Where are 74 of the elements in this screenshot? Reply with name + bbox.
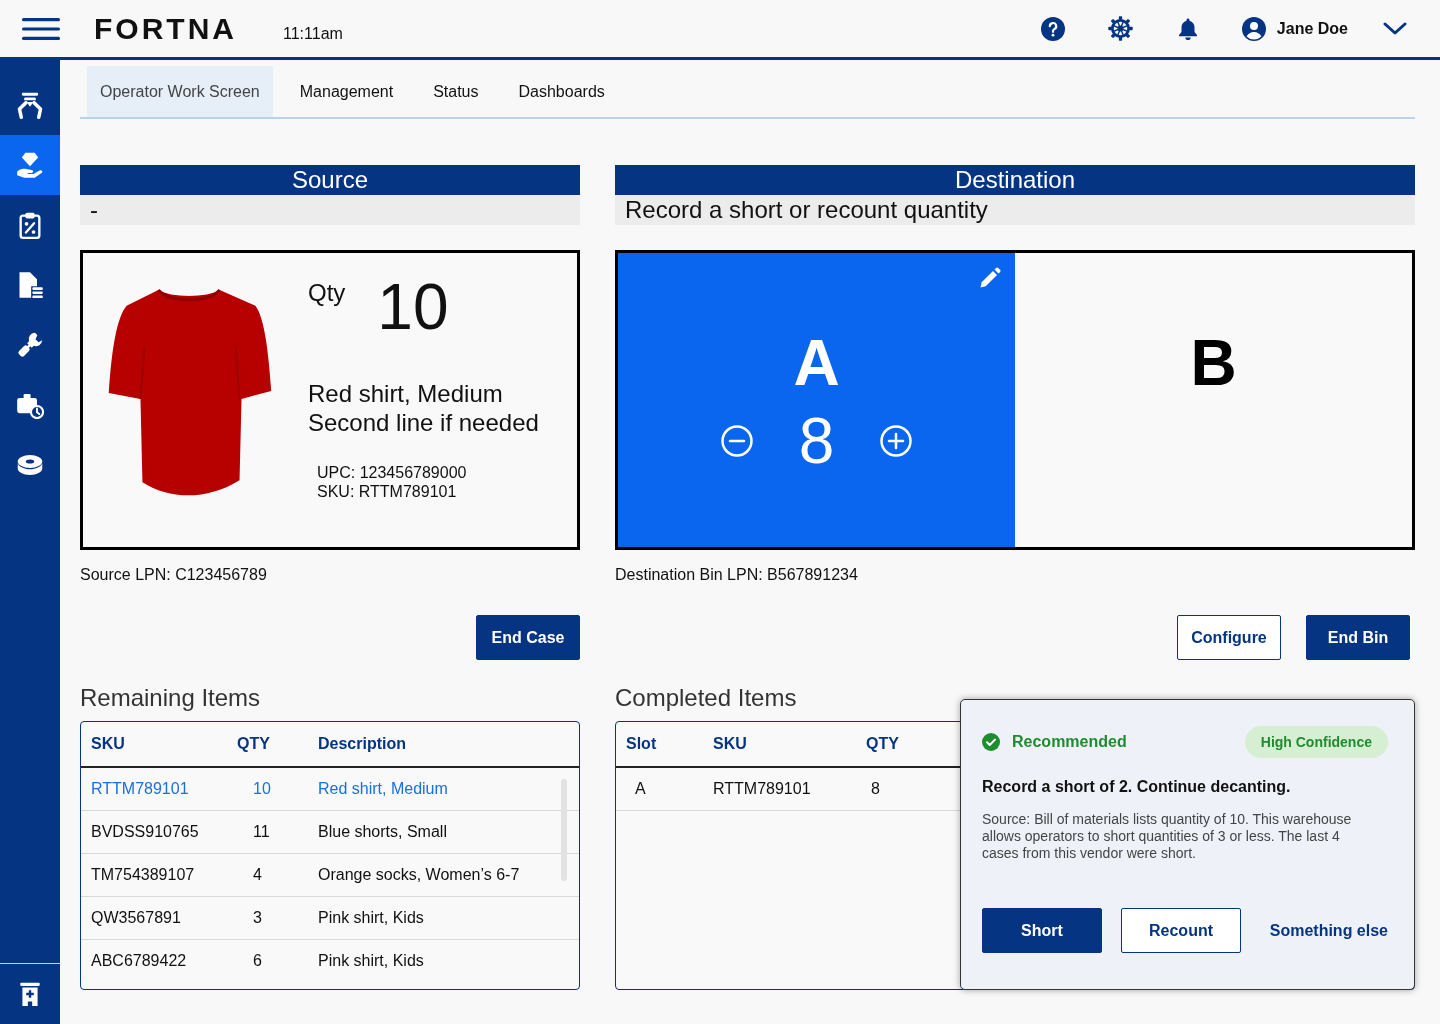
table-cell: Pink shirt, Kids	[308, 939, 579, 982]
section-title: Completed Items	[615, 684, 798, 712]
column-header: SKU	[703, 722, 856, 767]
tab[interactable]: Dashboards	[505, 66, 618, 117]
tab[interactable]: Management	[286, 66, 407, 117]
column-header: Slot	[616, 722, 703, 767]
slot-label: A	[793, 331, 840, 395]
table-cell: BVDSS910765	[81, 810, 227, 853]
user-name[interactable]: Jane Doe	[1276, 16, 1348, 41]
table-cell: TM754389107	[81, 853, 227, 896]
table-cell: 8	[856, 767, 946, 810]
gripper-icon	[16, 91, 44, 119]
table-cell: 3	[227, 896, 308, 939]
slot-label: B	[1190, 331, 1237, 395]
clock-time: 11:11am	[283, 23, 343, 44]
bin-slot[interactable]: A 8	[618, 253, 1015, 547]
tab[interactable]: Status	[420, 66, 492, 117]
recommendation-text: Source: Bill of materials lists quantity of 10. This warehouse allows operators to short quantities of 3 or less. The last 4 cases from this vendor were short.	[982, 811, 1353, 862]
table-cell: A	[616, 767, 703, 810]
upc-text: UPC: 123456789000	[317, 463, 468, 482]
pencil-icon[interactable]	[978, 266, 1002, 290]
help-icon[interactable]	[1040, 16, 1065, 41]
action-button[interactable]: End Bin	[1306, 615, 1410, 660]
scrollbar-thumb[interactable]	[561, 779, 567, 881]
check-circle-icon	[982, 733, 1000, 751]
status-label: Recommended	[1012, 732, 1127, 752]
table-cell: RTTM789101	[81, 767, 227, 810]
action-button[interactable]: Recount	[1121, 908, 1241, 953]
panel-subtitle: Record a short or recount quantity	[615, 195, 1415, 225]
table-cell: QW3567891	[81, 896, 227, 939]
hand-diamond-icon	[16, 151, 44, 179]
action-button[interactable]: Short	[982, 908, 1102, 953]
product-name: Red shirt, Medium Second line if needed	[308, 379, 539, 437]
table-cell: 11	[227, 810, 308, 853]
panel-header: Source	[80, 165, 580, 195]
column-header: QTY	[856, 722, 946, 767]
tools-icon	[16, 331, 44, 359]
lpn-text: Source LPN: C123456789	[80, 565, 268, 585]
chevron-down-icon[interactable]	[1383, 22, 1407, 35]
building-plus-icon	[17, 981, 43, 1007]
table-cell: Pink shirt, Kids	[308, 896, 579, 939]
table-row[interactable]: QW3567891 3 Pink shirt, Kids	[81, 896, 579, 939]
action-button[interactable]: End Case	[476, 615, 580, 660]
plus-circle-icon[interactable]	[880, 425, 913, 457]
sidebar-item[interactable]	[0, 135, 60, 195]
table-cell: 10	[227, 767, 308, 810]
table-row[interactable]: ABC6789422 6 Pink shirt, Kids	[81, 939, 579, 982]
table-cell: RTTM789101	[703, 767, 856, 810]
table-cell: 6	[227, 939, 308, 982]
quantity-value: 10	[377, 275, 449, 339]
table-cell: 4	[227, 853, 308, 896]
section-title: Remaining Items	[80, 684, 262, 712]
column-header: SKU	[81, 722, 227, 767]
action-button[interactable]: Configure	[1177, 615, 1281, 660]
bin-slot[interactable]: B	[1015, 253, 1412, 547]
text-link-button[interactable]: Something else	[1269, 918, 1388, 943]
tab[interactable]: Operator Work Screen	[87, 66, 273, 117]
sku-text: SKU: RTTM789101	[317, 482, 458, 501]
panel-header: Destination	[615, 165, 1415, 195]
settings-icon[interactable]	[1107, 16, 1133, 41]
panel-subtitle: -	[80, 195, 580, 225]
minus-circle-icon[interactable]	[720, 425, 753, 457]
lpn-text: Destination Bin LPN: B567891234	[615, 565, 859, 585]
column-header: Description	[308, 722, 579, 767]
slot-quantity: 8	[798, 409, 835, 473]
menu-icon[interactable]	[22, 17, 60, 40]
recommendation-title: Record a short of 2. Continue decanting.	[982, 777, 1292, 797]
column-header: QTY	[227, 722, 308, 767]
quantity-label: Qty	[308, 279, 346, 307]
table-cell: ABC6789422	[81, 939, 227, 982]
user-avatar-icon[interactable]	[1241, 16, 1266, 41]
briefcase-clock-icon	[16, 391, 44, 419]
confidence-badge: High Confidence	[1244, 726, 1388, 758]
logo-text: FORTNA	[94, 13, 237, 44]
